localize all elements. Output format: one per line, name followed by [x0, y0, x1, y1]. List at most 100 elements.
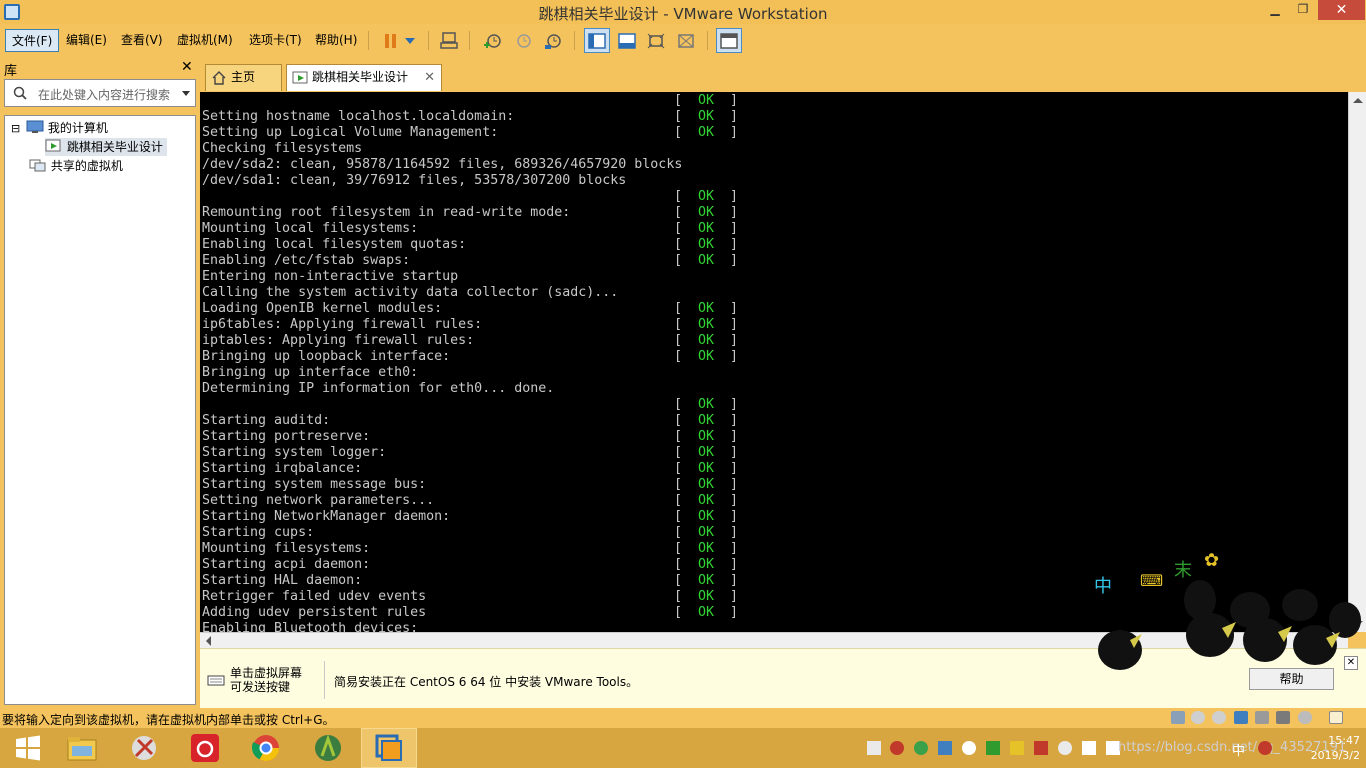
vmware-tools-info-bar: 单击虚拟屏幕 可发送按键 简易安装正在 CentOS 6 64 位 中安装 VM…	[200, 648, 1366, 708]
minimize-button[interactable]: ▁	[1262, 2, 1288, 22]
tab-close-icon[interactable]: ✕	[424, 65, 435, 90]
maximize-button[interactable]: ❐	[1290, 2, 1316, 22]
library-search-input[interactable]: 在此处键入内容进行搜索	[4, 79, 196, 107]
console-line: Checking filesystems	[202, 141, 363, 156]
console-line: Setting network parameters...	[202, 493, 435, 508]
console-ok-status: [ OK ]	[674, 445, 739, 460]
ok-text: OK	[698, 493, 715, 508]
menu-file[interactable]: 文件(F)	[5, 29, 60, 52]
keyboard-icon	[207, 675, 225, 686]
console-view-icon[interactable]	[716, 28, 742, 53]
network-adapter-icon[interactable]	[1234, 711, 1248, 724]
help-button[interactable]: 帮助	[1249, 668, 1334, 690]
console-line: iptables: Applying firewall rules:	[202, 333, 475, 348]
tray-phone-icon[interactable]	[867, 741, 881, 755]
console-ok-status: [ OK ]	[674, 317, 739, 332]
scroll-left-icon[interactable]	[203, 634, 213, 648]
close-button[interactable]: ✕	[1318, 0, 1365, 20]
console-vertical-scrollbar[interactable]	[1348, 92, 1366, 632]
start-button[interactable]	[0, 728, 56, 768]
menu-view[interactable]: 查看(V)	[115, 29, 169, 52]
console-line: ip6tables: Applying firewall rules:	[202, 317, 483, 332]
console-ok-status: [ OK ]	[674, 301, 739, 316]
tree-label-my-computer: 我的计算机	[47, 121, 108, 135]
library-close-icon[interactable]: ✕	[181, 59, 193, 75]
info-close-icon[interactable]: ✕	[1344, 656, 1358, 670]
console-line: Starting auditd:	[202, 413, 331, 428]
console-line: Starting irqbalance:	[202, 461, 363, 476]
tray-flag-icon[interactable]	[1082, 741, 1096, 755]
tree-item-vm[interactable]: 跳棋相关毕业设计	[45, 138, 167, 156]
sound-card-icon[interactable]	[1298, 711, 1312, 724]
search-dropdown-icon[interactable]	[182, 91, 190, 97]
thumbnail-bar-icon[interactable]	[614, 28, 640, 53]
tray-network-icon[interactable]	[1010, 741, 1024, 755]
usb-icon[interactable]	[1255, 711, 1269, 724]
menu-edit[interactable]: 编辑(E)	[60, 29, 113, 52]
search-placeholder: 在此处键入内容进行搜索	[38, 88, 171, 102]
tray-app-icon[interactable]	[938, 741, 952, 755]
tools-icon	[132, 736, 156, 760]
ok-text: OK	[698, 605, 715, 620]
taskbar-clock[interactable]: 15:47 2019/3/2	[1300, 733, 1360, 763]
pause-dropdown-icon[interactable]	[400, 28, 420, 53]
snapshot-take-icon[interactable]	[479, 28, 505, 53]
console-ok-status: [ OK ]	[674, 541, 739, 556]
hard-disk-icon[interactable]	[1171, 711, 1185, 724]
console-line: Starting acpi daemon:	[202, 557, 371, 572]
show-library-icon[interactable]	[584, 28, 610, 53]
menu-tabs[interactable]: 选项卡(T)	[243, 29, 308, 52]
full-screen-icon[interactable]	[643, 28, 669, 53]
console-ok-status: [ OK ]	[674, 557, 739, 572]
tab-vm[interactable]: 跳棋相关毕业设计 ✕	[286, 64, 442, 91]
ok-text: OK	[698, 109, 715, 124]
vm-running-icon	[45, 139, 61, 152]
printer-icon[interactable]	[1276, 711, 1290, 724]
floppy-icon[interactable]	[1212, 711, 1226, 724]
snapshot-revert-icon[interactable]	[510, 28, 536, 53]
taskbar-android-studio[interactable]	[300, 728, 356, 768]
console-ok-status: [ OK ]	[674, 93, 739, 108]
console-line: Entering non-interactive startup	[202, 269, 459, 284]
console-ok-status: [ OK ]	[674, 253, 739, 268]
tree-item-shared-vms[interactable]: 共享的虚拟机	[29, 157, 123, 175]
unity-mode-icon[interactable]	[673, 28, 699, 53]
console-horizontal-scrollbar[interactable]	[200, 632, 1348, 648]
send-ctrl-alt-del-icon[interactable]	[436, 28, 462, 53]
collapse-icon[interactable]: ⊟	[11, 122, 20, 135]
tray-volume-icon[interactable]	[1034, 741, 1048, 755]
tray-sogou-icon[interactable]	[1058, 741, 1072, 755]
menu-help[interactable]: 帮助(H)	[309, 29, 363, 52]
console-line: Determining IP information for eth0... d…	[202, 381, 555, 396]
console-ok-status: [ OK ]	[674, 125, 739, 140]
tray-ime-indicator[interactable]: 中	[1232, 740, 1245, 759]
taskbar-tools-app[interactable]	[116, 728, 172, 768]
message-log-icon[interactable]	[1329, 711, 1343, 724]
taskbar-vmware[interactable]	[361, 728, 417, 768]
tray-chrome-icon[interactable]	[914, 741, 928, 755]
windows-taskbar: https://blog.csdn.net/qq_43527191 中 15:4…	[0, 728, 1366, 768]
tray-cloud-icon[interactable]	[962, 741, 976, 755]
cd-dvd-icon[interactable]	[1191, 711, 1205, 724]
tray-antivirus-icon[interactable]	[890, 741, 904, 755]
scroll-down-icon[interactable]	[1350, 619, 1366, 629]
tree-label-vm: 跳棋相关毕业设计	[66, 140, 163, 154]
taskbar-file-explorer[interactable]	[54, 728, 110, 768]
console-line: Mounting local filesystems:	[202, 221, 419, 236]
tab-home[interactable]: 主页	[205, 64, 282, 91]
tray-security-icon[interactable]	[986, 741, 1000, 755]
tray-ime-icon[interactable]	[1258, 741, 1272, 755]
status-bar: 要将输入定向到该虚拟机，请在虚拟机内部单击或按 Ctrl+G。	[0, 708, 1366, 728]
taskbar-chrome[interactable]	[238, 728, 294, 768]
scroll-up-icon[interactable]	[1350, 95, 1366, 105]
menu-vm[interactable]: 虚拟机(M)	[171, 29, 239, 52]
console-line: Enabling Bluetooth devices:	[202, 621, 419, 632]
toolbar-separator	[469, 31, 470, 50]
console-line: Starting NetworkManager daemon:	[202, 509, 451, 524]
vm-console-screen[interactable]: [ OK ] Setting hostname localhost.localdo…	[200, 92, 1348, 632]
taskbar-netease-music[interactable]	[177, 728, 233, 768]
snapshot-manager-icon[interactable]	[540, 28, 566, 53]
tree-item-my-computer[interactable]: ⊟ 我的计算机	[11, 119, 108, 137]
toolbar-separator	[574, 31, 575, 50]
windows-logo-icon	[16, 735, 40, 761]
